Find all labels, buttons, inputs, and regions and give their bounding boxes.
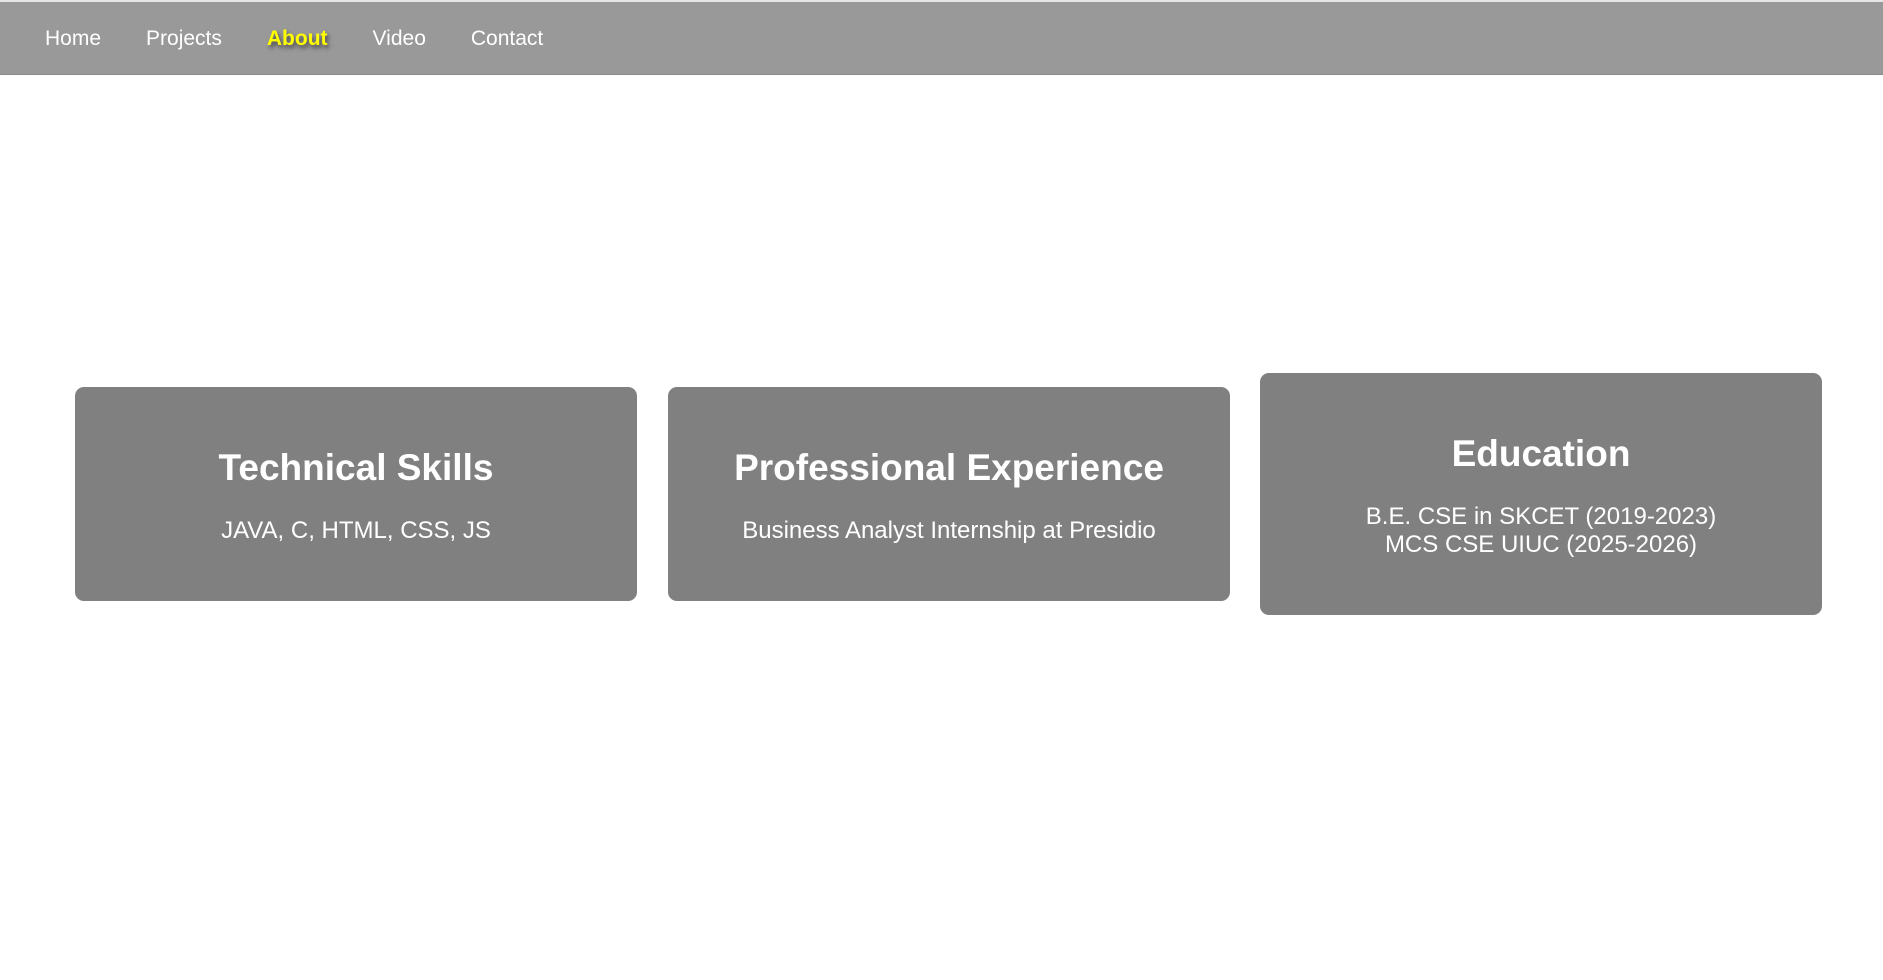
nav-link-projects[interactable]: Projects: [146, 28, 222, 49]
nav-link-contact[interactable]: Contact: [471, 28, 543, 49]
card-title: Professional Experience: [734, 447, 1164, 488]
top-navbar: Home Projects About Video Contact: [0, 2, 1883, 75]
nav-link-video[interactable]: Video: [373, 28, 426, 49]
nav-menu: Home Projects About Video Contact: [0, 2, 588, 75]
card-line: MCS CSE UIUC (2025-2026): [1384, 531, 1698, 558]
card-line: Business Analyst Internship at Presidio: [742, 517, 1156, 544]
card-content: JAVA, C, HTML, CSS, JS: [75, 517, 637, 545]
card-title: Technical Skills: [218, 447, 494, 488]
card-title: Education: [1451, 433, 1631, 474]
card-line: JAVA, C, HTML, CSS, JS: [221, 517, 491, 544]
card-line: B.E. CSE in SKCET (2019-2023): [1365, 503, 1717, 530]
technical-skills-card: Technical Skills JAVA, C, HTML, CSS, JS: [75, 387, 637, 601]
nav-link-home[interactable]: Home: [45, 28, 101, 49]
card-content: Business Analyst Internship at Presidio: [668, 517, 1230, 545]
professional-experience-card: Professional Experience Business Analyst…: [668, 387, 1230, 601]
education-card: Education B.E. CSE in SKCET (2019-2023) …: [1260, 373, 1822, 615]
card-content: B.E. CSE in SKCET (2019-2023) MCS CSE UI…: [1260, 503, 1822, 559]
nav-link-about[interactable]: About: [267, 28, 328, 49]
